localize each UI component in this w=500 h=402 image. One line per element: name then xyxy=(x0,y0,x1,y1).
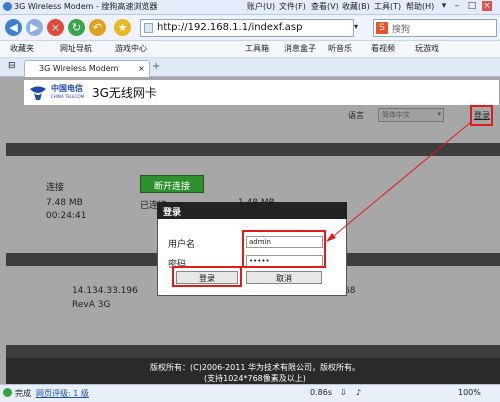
zoom-level[interactable]: 100% xyxy=(458,388,481,397)
ip-address: 14.134.33.196 xyxy=(72,286,138,296)
window-title: 3G Wireless Modem - 搜狗高速浏览器 xyxy=(14,2,158,11)
tab-3g-modem[interactable]: 3G Wireless Modem × xyxy=(24,60,150,77)
status-done: 完成 xyxy=(15,389,31,398)
language-select[interactable]: 简体中文 ▾ xyxy=(378,108,444,122)
language-label: 语言 xyxy=(348,111,364,120)
search-box[interactable]: S 搜狗 xyxy=(373,19,497,37)
download-icon[interactable]: ⇩ xyxy=(340,388,347,397)
music-button[interactable]: 听音乐 xyxy=(328,43,352,54)
navigation-bar: ◀ ▶ × ↻ ↶ ★ http://192.168.1.1/indexf.as… xyxy=(0,15,500,41)
connection-label: 连接 xyxy=(46,183,65,193)
stop-icon[interactable]: × xyxy=(47,19,64,36)
disconnect-button[interactable]: 断开连接 xyxy=(140,175,204,193)
security-info[interactable]: 网页评级: 1 级 xyxy=(36,388,89,399)
network-type: RevA 3G xyxy=(72,300,111,310)
language-value: 简体中文 xyxy=(382,111,410,119)
page-title: 3G无线网卡 xyxy=(92,86,157,100)
bookmarks-bar: 收藏夹 网址导航 游戏中心 工具箱 消息盒子 听音乐 看视频 玩游戏 xyxy=(0,41,500,58)
new-tab-button[interactable]: + xyxy=(152,61,160,72)
forward-icon[interactable]: ▶ xyxy=(26,19,43,36)
menu-tools[interactable]: 工具(T) xyxy=(374,1,401,12)
favorites-menu[interactable]: 收藏夹 xyxy=(10,43,34,54)
tab-label: 3G Wireless Modem xyxy=(39,64,119,73)
close-icon[interactable]: × xyxy=(482,1,492,11)
data-used: 7.48 MB xyxy=(46,198,83,208)
copyright-text: 版权所有：(C)2006-2011 华为技术有限公司，版权所有。 xyxy=(150,363,360,372)
page-header: 中国电信 CHINA TELECOM 3G无线网卡 xyxy=(24,80,499,105)
chevron-down-icon: ▾ xyxy=(437,110,441,118)
address-bar[interactable]: http://192.168.1.1/indexf.asp xyxy=(140,19,354,37)
menu-file[interactable]: 文件(F) xyxy=(279,1,306,12)
username-label: 用户名 xyxy=(168,240,196,250)
cancel-button[interactable]: 取消 xyxy=(246,271,322,284)
search-placeholder[interactable]: 搜狗 xyxy=(392,22,410,35)
page-icon xyxy=(144,23,153,33)
minimize-icon[interactable]: – xyxy=(452,1,462,11)
connection-duration: 00:24:41 xyxy=(46,211,87,221)
dark-band-bottom xyxy=(6,345,500,358)
title-bar: 3G Wireless Modem - 搜狗高速浏览器 账户(U) 文件(F) … xyxy=(0,0,500,15)
menu-help[interactable]: 帮助(H) xyxy=(406,1,434,12)
credentials-highlight xyxy=(242,230,326,268)
address-url[interactable]: http://192.168.1.1/indexf.asp xyxy=(157,22,302,33)
back-icon[interactable]: ◀ xyxy=(5,19,22,36)
disconnect-button-label: 断开连接 xyxy=(153,182,190,192)
undo-icon[interactable]: ↶ xyxy=(89,19,106,36)
favorite-star-icon[interactable]: ★ xyxy=(114,19,131,36)
tab-close-icon[interactable]: × xyxy=(138,64,145,73)
dark-band-top xyxy=(6,143,500,156)
login-dialog-title-bar: 登录 xyxy=(157,202,347,219)
status-bar: 完成 网页评级: 1 级 0.86s ⇩ ♪ 100% xyxy=(0,384,500,402)
search-engine-icon[interactable]: S xyxy=(376,22,388,34)
bookmark-games[interactable]: 游戏中心 xyxy=(115,43,147,54)
video-button[interactable]: 看视频 xyxy=(371,43,395,54)
toolbox-menu[interactable]: 工具箱 xyxy=(245,43,269,54)
login-button-highlight xyxy=(172,266,242,287)
refresh-icon[interactable]: ↻ xyxy=(68,19,85,36)
tab-list-icon[interactable]: ⊟ xyxy=(8,61,16,71)
address-dropdown-icon[interactable]: ▾ xyxy=(354,22,358,31)
brand-cn: 中国电信 xyxy=(51,84,83,93)
menu-view[interactable]: 查看(V) xyxy=(311,1,339,12)
cancel-button-label: 取消 xyxy=(276,274,292,283)
done-icon xyxy=(3,388,12,397)
bookmark-nav[interactable]: 网址导航 xyxy=(60,43,92,54)
maximize-icon[interactable]: □ xyxy=(467,1,477,11)
messages-button[interactable]: 消息盒子 xyxy=(284,43,316,54)
menu-account[interactable]: 账户(U) xyxy=(247,1,275,12)
volume-icon[interactable]: ♪ xyxy=(356,388,361,397)
load-time: 0.86s xyxy=(310,388,332,397)
login-dialog-title: 登录 xyxy=(163,208,182,218)
menu-favorites[interactable]: 收藏(B) xyxy=(342,1,370,12)
login-link-highlight xyxy=(470,105,493,126)
skin-icon[interactable]: ▾ xyxy=(439,1,449,11)
game-button[interactable]: 玩游戏 xyxy=(415,43,439,54)
resolution-note: (支持1024*768像素及以上) xyxy=(204,374,306,383)
browser-logo-icon xyxy=(3,2,12,11)
china-telecom-logo xyxy=(28,83,48,101)
brand-en: CHINA TELECOM xyxy=(51,94,85,99)
